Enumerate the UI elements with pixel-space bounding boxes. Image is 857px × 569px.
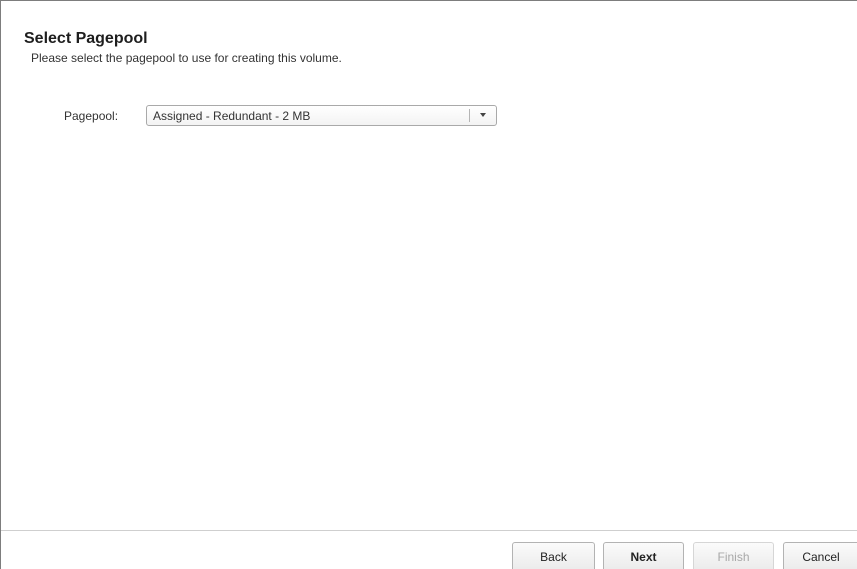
dropdown-trigger[interactable] [470, 106, 496, 125]
finish-button[interactable]: Finish [693, 542, 774, 569]
wizard-panel: Select Pagepool Please select the pagepo… [0, 0, 857, 569]
next-button[interactable]: Next [603, 542, 684, 569]
pagepool-select-value: Assigned - Redundant - 2 MB [153, 109, 311, 123]
page-title: Select Pagepool [24, 30, 148, 47]
back-button[interactable]: Back [512, 542, 595, 569]
pagepool-select[interactable]: Assigned - Redundant - 2 MB [146, 105, 497, 126]
page-subtitle: Please select the pagepool to use for cr… [31, 51, 342, 65]
chevron-down-icon [480, 113, 486, 117]
pagepool-label: Pagepool: [64, 109, 119, 123]
cancel-button[interactable]: Cancel [783, 542, 857, 569]
footer-divider [1, 530, 857, 531]
